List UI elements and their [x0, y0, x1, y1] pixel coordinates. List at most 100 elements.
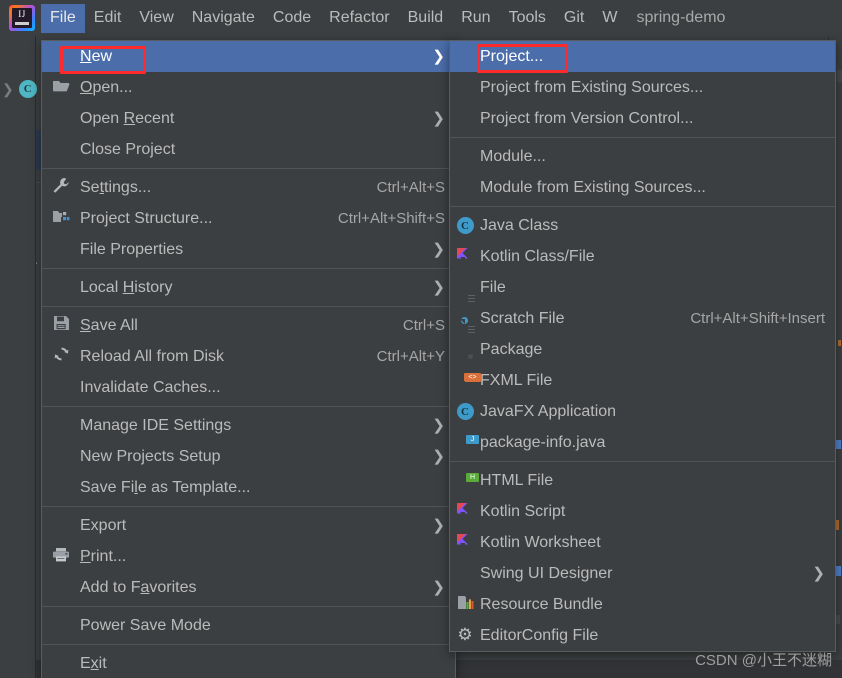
menubar-item-run[interactable]: Run	[452, 4, 499, 33]
menu-item-open-recent[interactable]: Open Recent ❯	[42, 103, 455, 134]
menu-item-package[interactable]: Package	[450, 334, 835, 365]
reload-icon	[53, 346, 70, 367]
menu-item-export[interactable]: Export ❯	[42, 510, 455, 541]
menu-separator	[42, 606, 455, 607]
menubar-item-code[interactable]: Code	[264, 4, 320, 33]
menu-item-open[interactable]: Open...	[42, 72, 455, 103]
menu-item-local-history[interactable]: Local History ❯	[42, 272, 455, 303]
menu-item-add-to-favorites[interactable]: Add to Favorites ❯	[42, 572, 455, 603]
menu-item-label: Swing UI Designer	[480, 564, 613, 582]
menu-item-icon-slot: C	[450, 217, 480, 234]
wrench-icon	[52, 177, 70, 198]
menu-item-project[interactable]: Project...	[450, 41, 835, 72]
menu-item-label: Project from Version Control...	[480, 109, 694, 127]
project-structure-icon	[52, 209, 70, 229]
menu-item-html-file[interactable]: H HTML File	[450, 465, 835, 496]
menu-item-power-save-mode[interactable]: Power Save Mode	[42, 610, 455, 641]
menubar-item-git[interactable]: Git	[555, 4, 593, 33]
menu-item-icon-slot	[42, 547, 80, 567]
menubar-item-label: Tools	[508, 8, 546, 26]
menu-item-manage-ide-settings[interactable]: Manage IDE Settings ❯	[42, 410, 455, 441]
menu-item-label: EditorConfig File	[480, 626, 599, 644]
menu-item-project-from-existing-sources[interactable]: Project from Existing Sources...	[450, 72, 835, 103]
menu-item-label: Invalidate Caches...	[80, 378, 221, 396]
menu-item-java-class[interactable]: C Java Class	[450, 210, 835, 241]
menu-separator	[450, 206, 835, 207]
menu-separator	[42, 644, 455, 645]
menu-item-project-from-version-control[interactable]: Project from Version Control...	[450, 103, 835, 134]
menubar-item-label: Navigate	[191, 8, 255, 26]
menu-item-label: Resource Bundle	[480, 595, 603, 613]
menubar-item-build[interactable]: Build	[399, 4, 453, 33]
menu-item-label: New Projects Setup	[80, 447, 221, 465]
menu-item-label: New	[80, 47, 113, 65]
menu-item-label: Project from Existing Sources...	[480, 78, 704, 96]
chevron-right-icon: ❯	[812, 565, 825, 582]
menu-item-swing-ui-designer[interactable]: Swing UI Designer ❯	[450, 558, 835, 589]
menu-item-file-properties[interactable]: File Properties ❯	[42, 234, 455, 265]
menu-item-editorconfig-file[interactable]: ⚙ EditorConfig File	[450, 620, 835, 651]
menu-item-label: Power Save Mode	[80, 616, 211, 634]
menu-item-new[interactable]: New ❯	[42, 41, 455, 72]
menu-item-label: Save File as Template...	[80, 478, 251, 496]
bg-fragment	[836, 440, 841, 449]
menubar-item-navigate[interactable]: Navigate	[183, 4, 264, 33]
chevron-right-icon: ❯	[432, 110, 445, 127]
menu-item-kotlin-script[interactable]: Kotlin Script	[450, 496, 835, 527]
chevron-right-icon: ❯	[432, 448, 445, 465]
menu-item-close-project[interactable]: Close Project	[42, 134, 455, 165]
menu-item-project-structure[interactable]: Project Structure... Ctrl+Alt+Shift+S	[42, 203, 455, 234]
menu-item-label: Scratch File	[480, 309, 565, 327]
menubar-item-w[interactable]: W	[593, 4, 626, 33]
menubar-item-file[interactable]: File	[41, 3, 85, 33]
menu-item-save-file-as-template[interactable]: Save File as Template...	[42, 472, 455, 503]
project-name-label: spring-demo	[636, 9, 726, 26]
menu-item-javafx-application[interactable]: C JavaFX Application	[450, 396, 835, 427]
menu-item-label: Project...	[480, 47, 544, 65]
menu-item-kotlin-class-file[interactable]: Kotlin Class/File	[450, 241, 835, 272]
menu-item-reload-all-from-disk[interactable]: Reload All from Disk Ctrl+Alt+Y	[42, 341, 455, 372]
menu-item-exit[interactable]: Exit	[42, 648, 455, 678]
menu-item-save-all[interactable]: Save All Ctrl+S	[42, 310, 455, 341]
chevron-right-icon: ❯	[432, 48, 445, 65]
bg-fragment	[836, 566, 841, 576]
menu-separator	[42, 506, 455, 507]
menu-item-label: Local History	[80, 278, 173, 296]
menu-item-label: Open...	[80, 78, 133, 96]
watermark-label: CSDN @小王不迷糊	[695, 652, 832, 669]
menu-item-module[interactable]: Module...	[450, 141, 835, 172]
menu-item-resource-bundle[interactable]: Resource Bundle	[450, 589, 835, 620]
menu-item-print[interactable]: Print...	[42, 541, 455, 572]
chevron-right-icon: ❯	[432, 517, 445, 534]
menubar-item-edit[interactable]: Edit	[85, 4, 131, 33]
menu-item-icon-slot	[42, 177, 80, 198]
menu-item-fxml-file[interactable]: <> FXML File	[450, 365, 835, 396]
menu-item-label: Save All	[80, 316, 138, 334]
save-icon	[53, 315, 70, 336]
menu-item-invalidate-caches[interactable]: Invalidate Caches...	[42, 372, 455, 403]
menu-item-label: Module...	[480, 147, 546, 165]
menubar-item-tools[interactable]: Tools	[500, 4, 555, 33]
menu-item-label: Open Recent	[80, 109, 175, 127]
menu-item-package-info-java[interactable]: Jpackage-info.java	[450, 427, 835, 458]
menu-item-label: JavaFX Application	[480, 402, 617, 420]
menu-item-label: File	[480, 278, 506, 296]
menu-item-label: Kotlin Script	[480, 502, 566, 520]
menu-item-settings[interactable]: Settings... Ctrl+Alt+S	[42, 172, 455, 203]
menu-item-icon-slot: ⚙	[450, 624, 480, 645]
menu-item-scratch-file[interactable]: Scratch File Ctrl+Alt+Shift+Insert	[450, 303, 835, 334]
menubar-item-view[interactable]: View	[130, 4, 182, 33]
menu-item-module-from-existing-sources[interactable]: Module from Existing Sources...	[450, 172, 835, 203]
menu-item-kotlin-worksheet[interactable]: Kotlin Worksheet	[450, 527, 835, 558]
menu-item-label: Close Project	[80, 140, 176, 158]
bg-fragment	[837, 70, 842, 82]
menu-item-label: Add to Favorites	[80, 578, 197, 596]
menubar-item-refactor[interactable]: Refactor	[320, 4, 398, 33]
file-menu-popup: New ❯ Open... Open Recent ❯ Close Project Sett…	[41, 40, 456, 678]
menu-item-icon-slot	[42, 315, 80, 336]
menu-item-icon-slot	[42, 209, 80, 229]
menu-item-new-projects-setup[interactable]: New Projects Setup ❯	[42, 441, 455, 472]
gear-icon: ⚙	[457, 624, 473, 644]
menu-item-label: Print...	[80, 547, 127, 565]
menu-item-file[interactable]: File	[450, 272, 835, 303]
